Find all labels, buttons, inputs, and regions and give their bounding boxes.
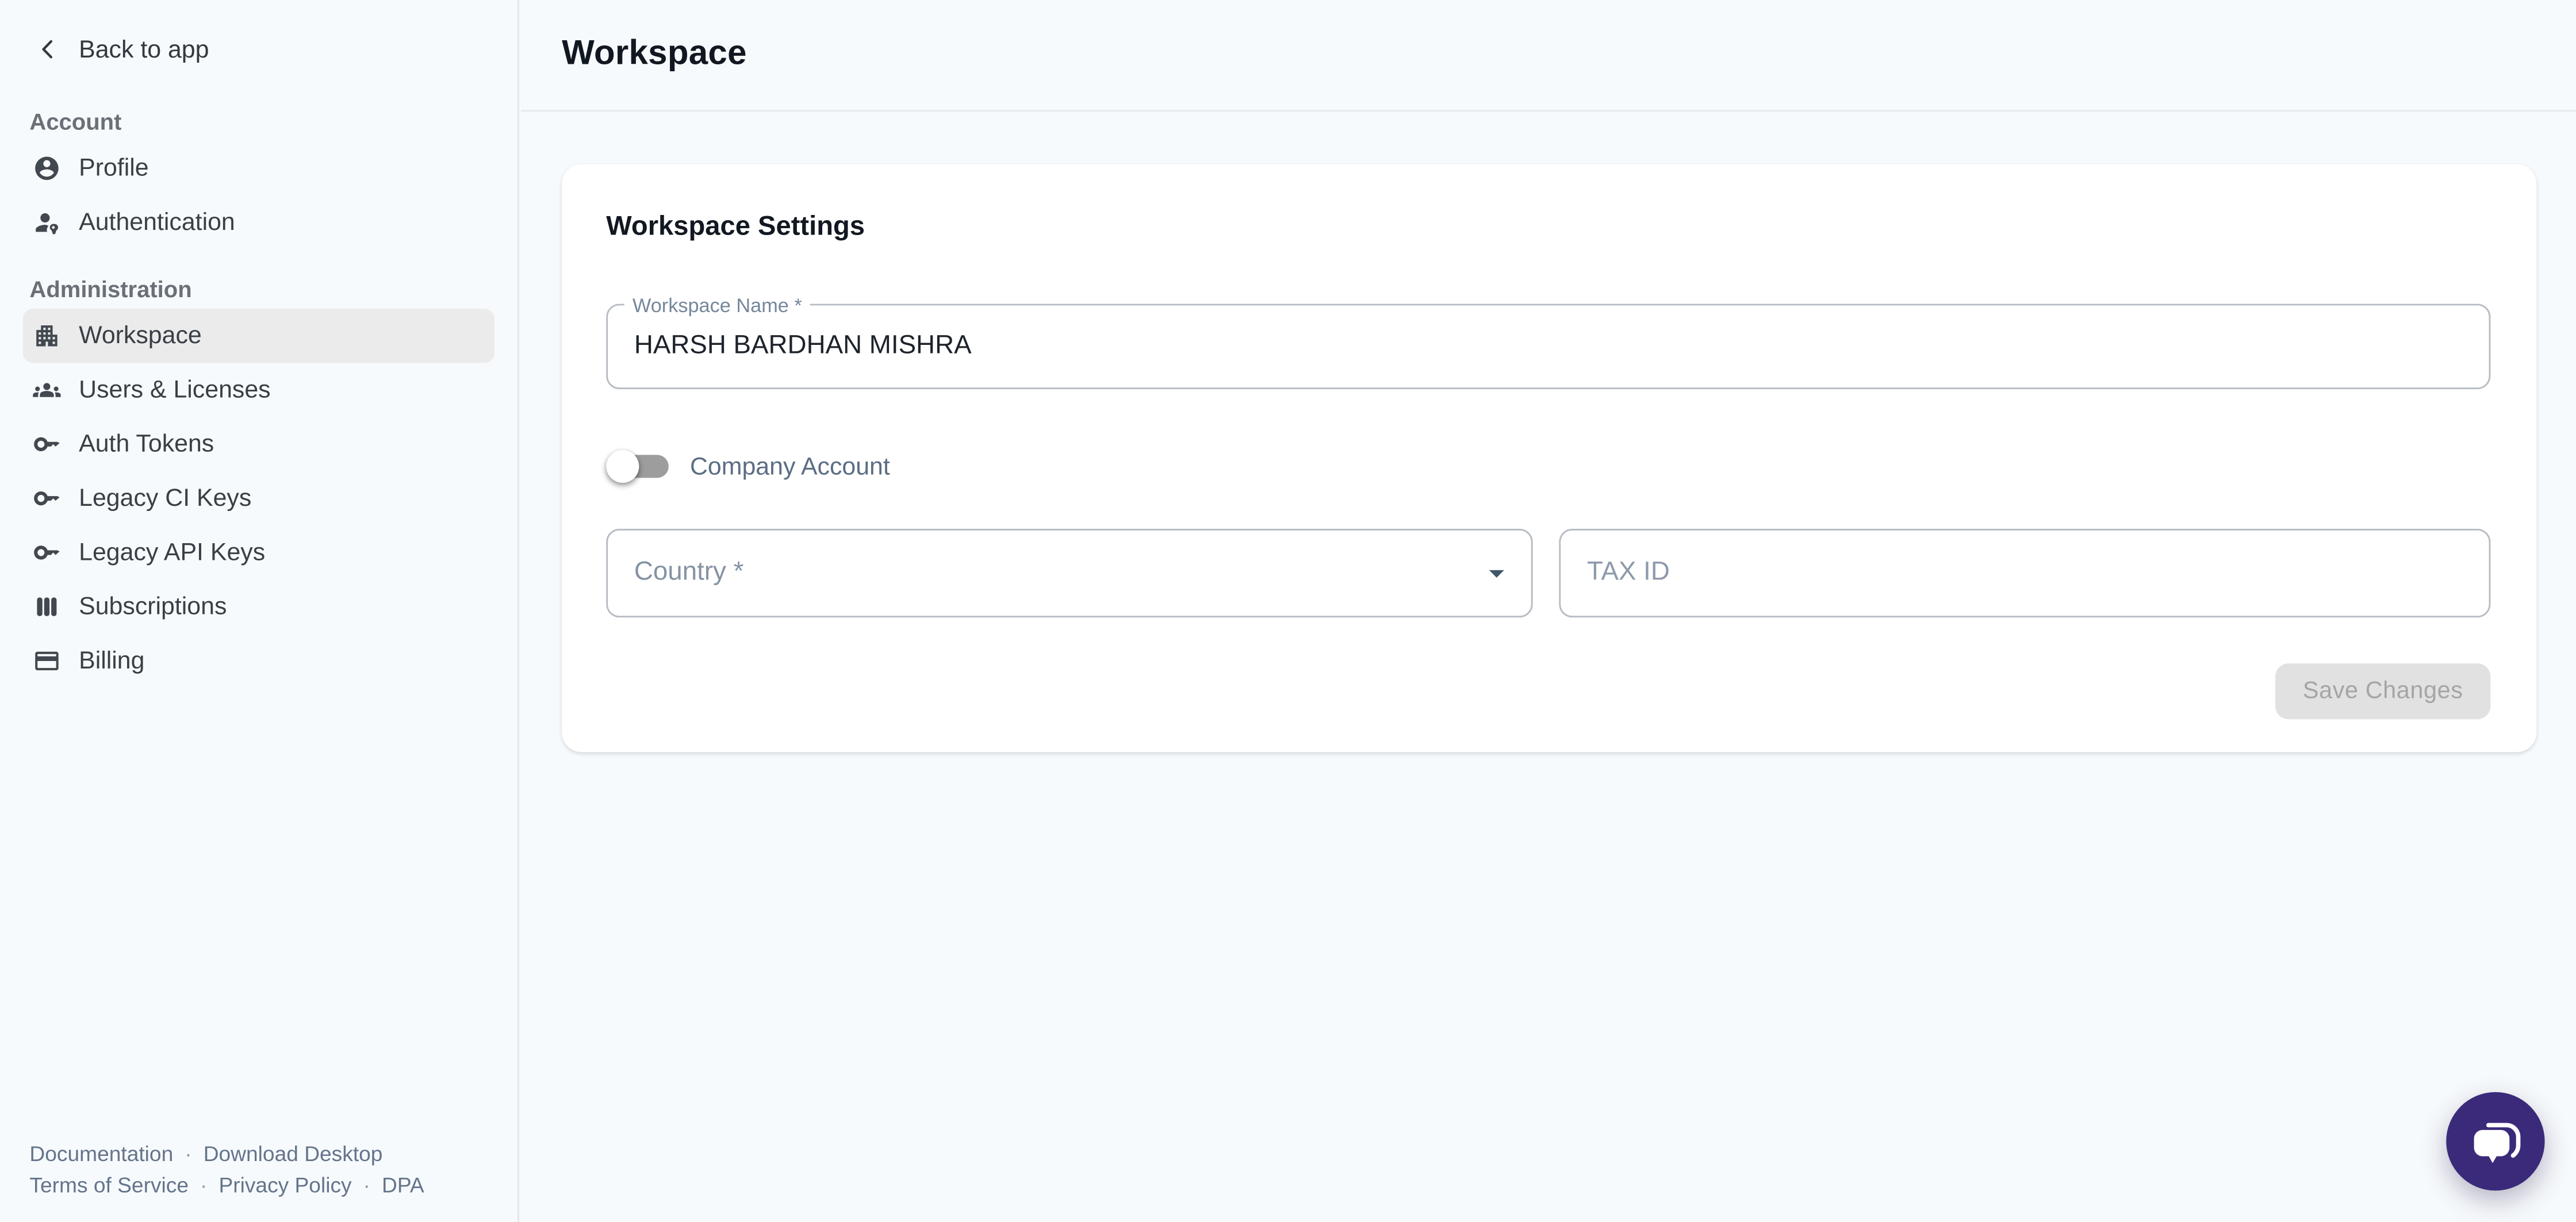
sidebar-item-subscriptions[interactable]: Subscriptions — [23, 580, 494, 634]
back-to-app-button[interactable]: Back to app — [23, 29, 494, 69]
footer-separator: · — [185, 1142, 191, 1166]
sidebar-footer: Documentation · Download Desktop Terms of … — [29, 1138, 424, 1201]
company-account-label: Company Account — [690, 452, 890, 481]
bars-icon — [33, 593, 61, 621]
page-title: Workspace — [562, 34, 747, 74]
company-account-toggle[interactable] — [606, 447, 669, 486]
section-header-administration: Administration — [23, 272, 494, 305]
sidebar-item-authentication[interactable]: Authentication — [23, 195, 494, 249]
sidebar: Back to app Account Profile Authenticati… — [0, 0, 519, 1222]
sidebar-item-label: Profile — [79, 155, 149, 183]
footer-link-download-desktop[interactable]: Download Desktop — [204, 1142, 383, 1166]
footer-link-privacy-policy[interactable]: Privacy Policy — [218, 1173, 351, 1197]
footer-separator: · — [363, 1173, 370, 1197]
workspace-name-field: Workspace Name * — [606, 304, 2490, 390]
company-account-row: Company Account — [606, 443, 890, 489]
nav-list-administration: Workspace Users & Licenses Auth Tokens L… — [23, 309, 494, 688]
sidebar-item-workspace[interactable]: Workspace — [23, 309, 494, 363]
footer-link-terms-of-service[interactable]: Terms of Service — [29, 1173, 189, 1197]
save-changes-button[interactable]: Save Changes — [2275, 663, 2490, 719]
chat-bubbles-icon — [2469, 1115, 2521, 1167]
sidebar-item-legacy-api-keys[interactable]: Legacy API Keys — [23, 525, 494, 579]
workspace-settings-card: Workspace Settings Workspace Name * Comp… — [562, 164, 2536, 752]
toggle-thumb — [606, 450, 639, 483]
sidebar-item-label: Billing — [79, 647, 144, 675]
sidebar-item-label: Users & Licenses — [79, 376, 270, 404]
person-key-icon — [33, 209, 61, 237]
sidebar-item-legacy-ci-keys[interactable]: Legacy CI Keys — [23, 471, 494, 525]
groups-icon — [33, 376, 61, 404]
chevron-left-icon — [33, 34, 62, 64]
app-root: Back to app Account Profile Authenticati… — [0, 0, 2576, 1222]
footer-line-2: Terms of Service · Privacy Policy · DPA — [29, 1169, 424, 1200]
footer-link-documentation[interactable]: Documentation — [29, 1142, 173, 1166]
key-icon — [33, 539, 61, 567]
tax-id-field — [1559, 529, 2490, 617]
back-to-app-label: Back to app — [79, 35, 209, 63]
sidebar-item-label: Legacy API Keys — [79, 539, 265, 567]
country-select-label: Country * — [634, 558, 744, 587]
sidebar-item-users-licenses[interactable]: Users & Licenses — [23, 363, 494, 417]
footer-link-dpa[interactable]: DPA — [382, 1173, 424, 1197]
footer-separator: · — [200, 1173, 207, 1197]
main-content: Workspace Workspace Settings Workspace N… — [521, 0, 2576, 1222]
section-header-account: Account — [23, 105, 494, 138]
account-circle-icon — [33, 155, 61, 183]
sidebar-item-label: Auth Tokens — [79, 431, 214, 459]
sidebar-item-label: Legacy CI Keys — [79, 485, 251, 513]
sidebar-item-label: Workspace — [79, 322, 202, 350]
sidebar-item-profile[interactable]: Profile — [23, 141, 494, 195]
key-icon — [33, 485, 61, 513]
country-select[interactable]: Country * — [606, 529, 1532, 617]
credit-card-icon — [33, 647, 61, 675]
key-icon — [33, 431, 61, 459]
page-header: Workspace — [521, 0, 2576, 112]
dropdown-arrow-icon — [1478, 555, 1515, 591]
workspace-name-input[interactable] — [608, 305, 2489, 387]
tax-id-input[interactable] — [1561, 531, 2489, 616]
chat-launcher-button[interactable] — [2446, 1092, 2544, 1190]
sidebar-item-label: Subscriptions — [79, 593, 227, 621]
footer-line-1: Documentation · Download Desktop — [29, 1138, 424, 1169]
building-icon — [33, 322, 61, 350]
sidebar-item-label: Authentication — [79, 209, 235, 237]
sidebar-item-auth-tokens[interactable]: Auth Tokens — [23, 417, 494, 471]
card-title: Workspace Settings — [606, 212, 865, 243]
nav-list-account: Profile Authentication — [23, 141, 494, 250]
sidebar-item-billing[interactable]: Billing — [23, 634, 494, 688]
